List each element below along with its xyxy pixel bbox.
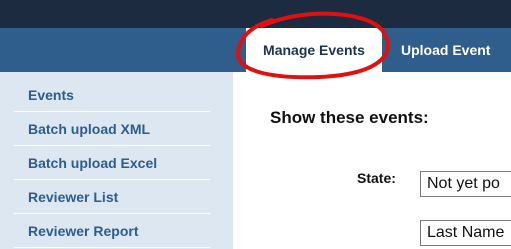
- state-select[interactable]: Not yet po: [420, 171, 511, 197]
- sidebar: Events Batch upload XML Batch upload Exc…: [0, 72, 233, 249]
- sidebar-item-events[interactable]: Events: [14, 78, 210, 112]
- sidebar-item-batch-upload-xml[interactable]: Batch upload XML: [14, 112, 210, 146]
- sidebar-item-reviewer-report[interactable]: Reviewer Report: [14, 214, 210, 248]
- sort-select[interactable]: Last Name: [420, 220, 511, 246]
- main-nav: Manage Events Upload Event: [0, 28, 511, 72]
- state-label: State:: [357, 170, 396, 186]
- page-heading: Show these events:: [270, 108, 429, 127]
- tab-manage-events[interactable]: Manage Events: [246, 28, 382, 72]
- top-bar: [0, 0, 511, 28]
- sidebar-item-reviewer-list[interactable]: Reviewer List: [14, 180, 210, 214]
- sidebar-item-batch-upload-excel[interactable]: Batch upload Excel: [14, 146, 210, 180]
- tab-upload-event[interactable]: Upload Event: [401, 28, 490, 72]
